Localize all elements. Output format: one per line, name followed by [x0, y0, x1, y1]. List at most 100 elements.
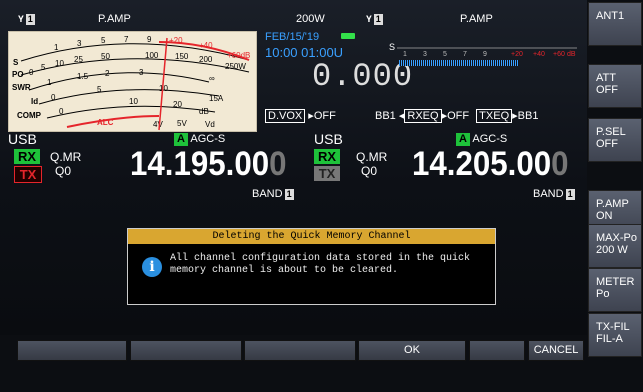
band-label: BAND: [533, 188, 564, 200]
meter-po-tick: 10: [55, 59, 64, 68]
freq-main-digits: 14.195.00: [130, 145, 270, 183]
softkey-3[interactable]: [244, 340, 356, 361]
transceiver-screen: 𝚼1 P.AMP 200W 𝚼1 P.AMP S 1 3 5 7 9 +20 +…: [0, 0, 643, 392]
meter-swr-label: SWR: [12, 83, 31, 92]
meter-swr-tick: 2: [105, 69, 110, 78]
button-label: TX-FIL: [596, 321, 630, 333]
date-display: FEB/15/'19: [265, 31, 320, 43]
meter-po-tick: 250W: [225, 62, 246, 71]
meter-alc-label: ALC: [97, 118, 114, 127]
meter-po-tick: 150: [175, 52, 189, 61]
txeq-label: TXEQ: [476, 109, 513, 123]
dialog-message-line: memory channel is about to be cleared.: [170, 265, 399, 276]
vfo-b-q0: Q0: [361, 164, 378, 178]
analog-meter: S 1 3 5 7 9 +20 +40 +60dB PO 0 5 10 25 5…: [8, 31, 257, 132]
dialog-title: Deleting the Quick Memory Channel: [128, 229, 495, 244]
button-label: ATT: [596, 72, 616, 84]
button-label: ANT1: [596, 10, 625, 22]
button-value: OFF: [596, 138, 618, 150]
meter-comp-label: COMP: [17, 111, 42, 120]
meter-comp-tick: 20: [173, 100, 182, 109]
vfo-a-mode: USB: [8, 131, 37, 147]
meter-swr-tick: 1: [47, 78, 52, 87]
meter-po-tick: 0: [29, 68, 34, 77]
main-display: 𝚼1 P.AMP 200W 𝚼1 P.AMP S 1 3 5 7 9 +20 +…: [0, 0, 587, 335]
bb1-label: BB1: [375, 110, 396, 122]
meter-button[interactable]: METER Po: [588, 268, 642, 312]
preamp-label-b: P.AMP: [460, 13, 493, 25]
tx-fil-button[interactable]: TX-FIL FIL-A: [588, 313, 642, 357]
agc-label: AGC-S: [190, 133, 226, 145]
meter-s-tick: 7: [124, 35, 129, 44]
info-icon: i: [142, 257, 162, 277]
button-value: OFF: [596, 84, 618, 96]
meter-swr-tick: 3: [139, 68, 144, 77]
eq-status: BB1 ◂ RXEQ ▸OFF TXEQ ▸BB1: [375, 109, 539, 123]
softkey-1[interactable]: [17, 340, 127, 361]
cancel-button[interactable]: CANCEL: [528, 340, 584, 361]
vfo-a-qmr: Q.MR: [50, 150, 82, 164]
psel-button[interactable]: P.SEL OFF: [588, 118, 642, 162]
freq-last-digit: 0: [269, 145, 287, 183]
meter-id-tick: 0: [51, 93, 56, 102]
button-label: METER: [596, 276, 635, 288]
bar-meter-tick: +20: [511, 51, 523, 58]
band-number: 1: [565, 189, 575, 200]
bar-meter-s-label: S: [389, 42, 395, 52]
meter-po-tick: 25: [74, 55, 83, 64]
meter-s-tick: 5: [101, 36, 106, 45]
bar-meter-svg: S 1 3 5 7 9 +20 +40 +60 dB: [389, 42, 577, 66]
meter-s-tick: 3: [77, 39, 82, 48]
freq-last-digit: 0: [551, 145, 569, 183]
vfo-b-qmr: Q.MR: [356, 150, 388, 164]
att-button[interactable]: ATT OFF: [588, 64, 642, 108]
vfo-a-tx-indicator: TX: [14, 166, 42, 183]
vfo-a-frequency: 14.195.000: [130, 145, 287, 184]
button-label: MAX-Po: [596, 232, 637, 244]
bar-meter-tick: dB: [567, 51, 576, 58]
bar-meter: S 1 3 5 7 9 +20 +40 +60 dB: [387, 40, 580, 80]
meter-po-tick: 5: [41, 63, 46, 72]
agc-label: AGC-S: [472, 133, 508, 145]
bar-meter-tick: +60: [553, 51, 565, 58]
power-label: 200W: [296, 13, 325, 25]
dvox-state: OFF: [313, 110, 336, 122]
meter-id-tick: 15A: [209, 94, 224, 103]
band-number: 1: [284, 189, 294, 200]
antenna-indicator-a: 𝚼1: [18, 13, 35, 25]
meter-swr-tick: 1.5: [77, 72, 89, 81]
meter-po-tick: 50: [101, 52, 110, 61]
max-po-button[interactable]: MAX-Po 200 W: [588, 224, 642, 268]
antenna-icon: 𝚼: [18, 14, 24, 24]
meter-swr-tick: ∞: [209, 74, 215, 83]
softkey-5[interactable]: [469, 340, 525, 361]
meter-s-label: S: [13, 58, 19, 67]
meter-id-tick: 10: [159, 84, 168, 93]
band-label: BAND: [252, 188, 283, 200]
bar-meter-tick: +40: [533, 51, 545, 58]
meter-id-tick: 5: [97, 85, 102, 94]
button-value: FIL-A: [596, 333, 623, 345]
meter-comp-tick: 0: [59, 107, 64, 116]
button-value: 200 W: [596, 244, 628, 256]
meter-comp-tick: dB: [199, 107, 209, 116]
vfo-a-q0: Q0: [55, 164, 72, 178]
ok-button[interactable]: OK: [358, 340, 466, 361]
antenna-number: 1: [25, 14, 35, 25]
meter-vd-label: Vd: [205, 120, 215, 129]
meter-vd-tick: 5V: [177, 119, 187, 128]
softkey-2[interactable]: [130, 340, 242, 361]
rxeq-label: RXEQ: [404, 109, 442, 123]
meter-comp-tick: 10: [129, 97, 138, 106]
txeq-state: BB1: [517, 110, 539, 122]
meter-s-tick: +40: [199, 41, 213, 50]
meter-s-tick: 9: [147, 35, 152, 44]
meter-po-tick: 100: [145, 51, 159, 60]
bar-meter-tick: 3: [423, 51, 427, 58]
analog-meter-scale: S 1 3 5 7 9 +20 +40 +60dB PO 0 5 10 25 5…: [12, 35, 250, 131]
meter-po-tick: 200: [199, 55, 213, 64]
bar-meter-tick: 5: [443, 51, 447, 58]
freq-main-digits: 14.205.00: [412, 145, 552, 183]
rxeq-state: OFF: [447, 110, 470, 122]
ant1-button[interactable]: ANT1: [588, 2, 642, 46]
